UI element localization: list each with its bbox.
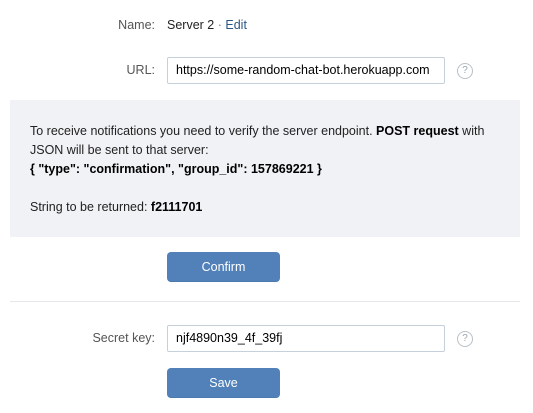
url-help-icon[interactable]: ? bbox=[457, 63, 473, 79]
json-payload: { "type": "confirmation", "group_id": 15… bbox=[30, 162, 322, 176]
return-string-label: String to be returned: bbox=[30, 200, 151, 214]
info-line-1: To receive notifications you need to ver… bbox=[30, 122, 500, 141]
secret-key-help-icon[interactable]: ? bbox=[457, 331, 473, 347]
save-button[interactable]: Save bbox=[167, 368, 280, 398]
section-divider bbox=[10, 301, 520, 302]
info-line-2: JSON will be sent to that server: bbox=[30, 143, 209, 157]
info-text-suffix: with bbox=[458, 124, 485, 138]
return-string-line: String to be returned: f2111701 bbox=[30, 198, 500, 217]
name-separator: · bbox=[217, 18, 222, 32]
name-label: Name: bbox=[118, 18, 155, 32]
secret-key-input[interactable]: njf4890n39_4f_39fj bbox=[167, 325, 445, 352]
info-text-prefix: To receive notifications you need to ver… bbox=[30, 124, 377, 138]
url-label: URL: bbox=[126, 63, 155, 77]
post-request-text: POST request bbox=[376, 124, 459, 138]
secret-key-label: Secret key: bbox=[92, 331, 155, 345]
verification-info-panel: To receive notifications you need to ver… bbox=[10, 100, 520, 237]
return-string-value: f2111701 bbox=[150, 200, 203, 214]
url-input[interactable]: https://some-random-chat-bot.herokuapp.c… bbox=[167, 57, 445, 84]
confirm-button[interactable]: Confirm bbox=[167, 252, 280, 282]
server-name-row: Server 2 · Edit bbox=[167, 18, 247, 32]
server-name: Server 2 bbox=[167, 18, 215, 32]
edit-name-link[interactable]: Edit bbox=[225, 18, 247, 32]
